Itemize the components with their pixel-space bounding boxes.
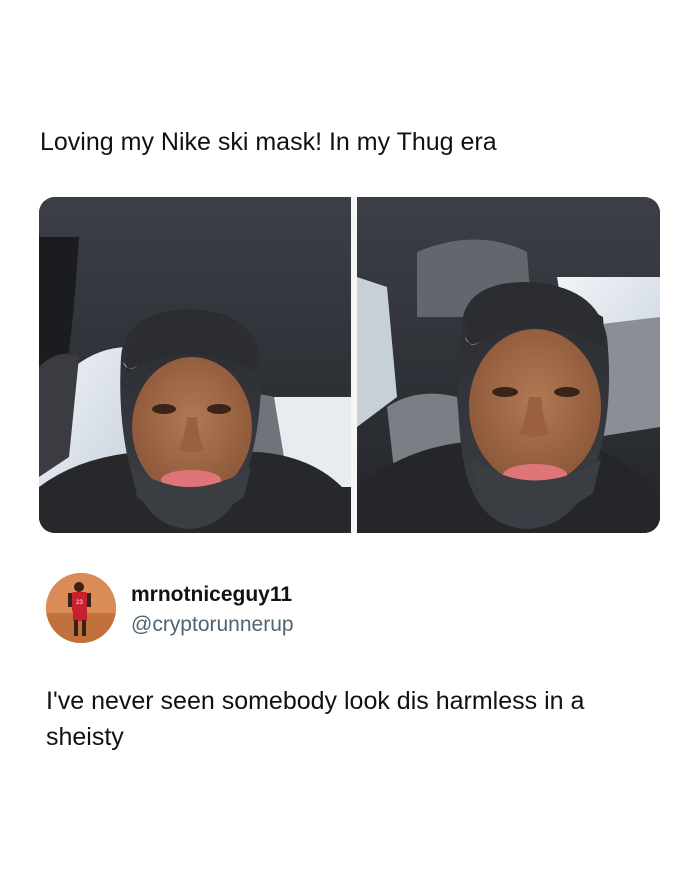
left-photo-panel	[39, 197, 351, 533]
reply-avatar[interactable]: 23	[46, 573, 116, 643]
reply-text: I've never seen somebody look dis harmle…	[46, 687, 585, 751]
reply-display-name[interactable]: mrnotniceguy11	[131, 582, 292, 608]
right-photo-panel	[357, 197, 660, 533]
reply-handle[interactable]: @cryptorunnerup	[131, 612, 294, 638]
player-avatar-image: 23	[46, 573, 116, 643]
post-caption: Loving my Nike ski mask! In my Thug era	[40, 128, 497, 156]
jersey-number: 23	[76, 600, 83, 606]
post-media[interactable]	[39, 197, 660, 533]
media-image	[39, 197, 660, 533]
